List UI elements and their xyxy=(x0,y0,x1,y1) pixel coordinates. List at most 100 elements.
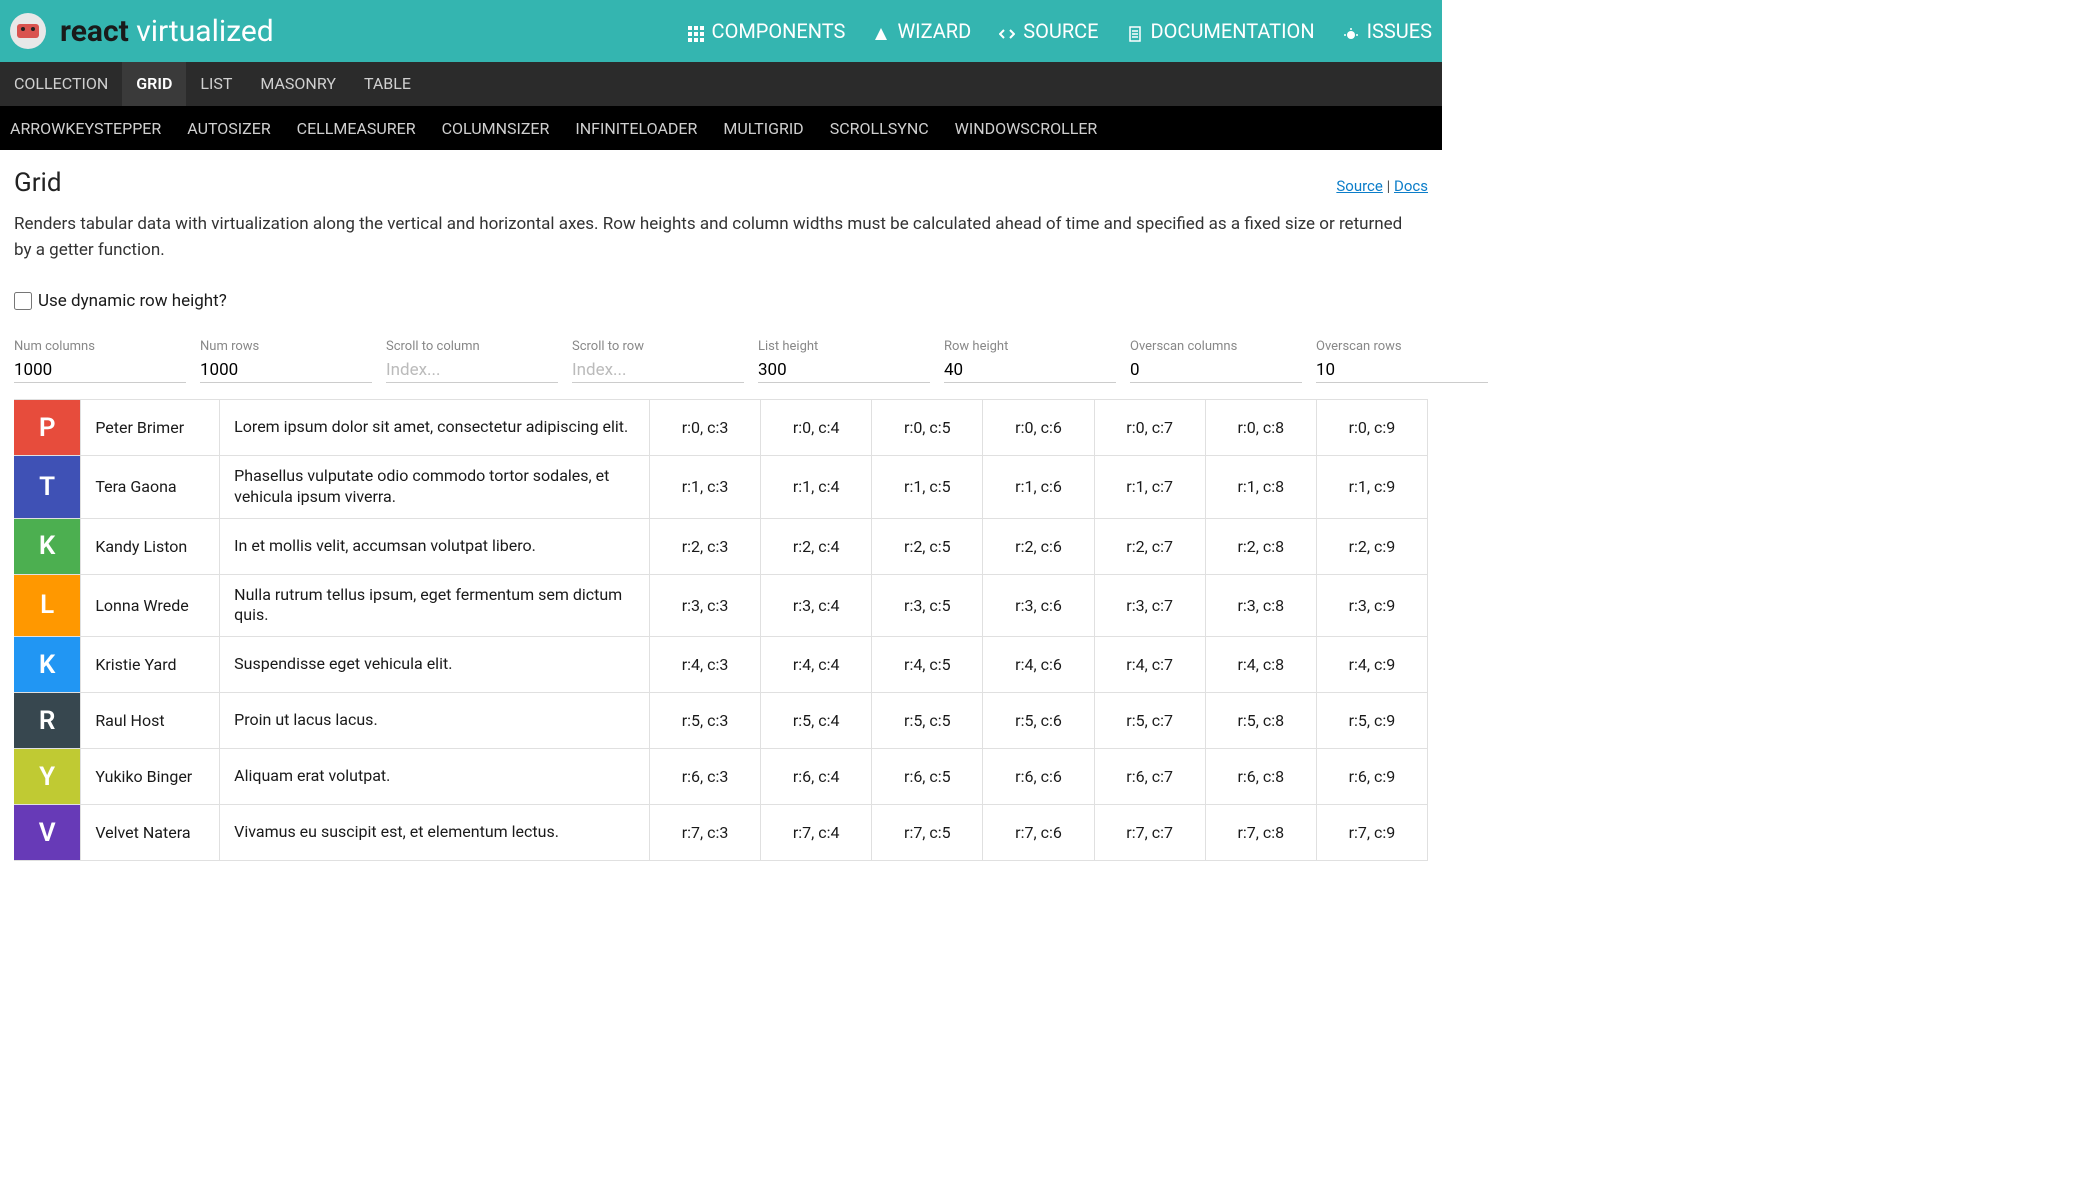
row-badge: R xyxy=(14,693,81,748)
control-label: Scroll to column xyxy=(386,339,558,354)
row-cell: r:6, c:9 xyxy=(1317,749,1428,804)
control-scroll-to-column: Scroll to column xyxy=(386,339,558,383)
control-overscan-columns: Overscan columns xyxy=(1130,339,1302,383)
row-cell: r:7, c:5 xyxy=(872,805,983,860)
tab-infiniteloader[interactable]: INFINITELOADER xyxy=(575,119,697,138)
tab-list[interactable]: LIST xyxy=(186,62,246,106)
grid-row: YYukiko BingerAliquam erat volutpat.r:6,… xyxy=(14,749,1428,805)
header-nav-label: SOURCE xyxy=(1023,19,1098,43)
tab-masonry[interactable]: MASONRY xyxy=(246,62,350,106)
grid-row: KKandy ListonIn et mollis velit, accumsa… xyxy=(14,519,1428,575)
row-cell: r:0, c:3 xyxy=(650,400,761,455)
header-nav-label: ISSUES xyxy=(1367,19,1432,43)
control-label: Num rows xyxy=(200,339,372,354)
row-cell: r:3, c:5 xyxy=(872,575,983,637)
control-scroll-to-row: Scroll to row xyxy=(572,339,744,383)
header-nav-documentation[interactable]: DOCUMENTATION xyxy=(1127,19,1315,43)
row-cell: r:3, c:8 xyxy=(1206,575,1317,637)
control-input[interactable] xyxy=(944,358,1116,383)
brand: react virtualized xyxy=(60,14,274,49)
tab-scrollsync[interactable]: SCROLLSYNC xyxy=(830,119,929,138)
control-input[interactable] xyxy=(572,358,744,383)
header-nav-components[interactable]: COMPONENTS xyxy=(688,19,846,43)
row-cell: r:6, c:8 xyxy=(1206,749,1317,804)
page-description: Renders tabular data with virtualization… xyxy=(14,212,1414,263)
row-cell: r:7, c:9 xyxy=(1317,805,1428,860)
row-cell: r:1, c:6 xyxy=(983,456,1094,518)
row-badge: K xyxy=(14,637,81,692)
row-badge: L xyxy=(14,575,81,637)
header-nav-issues[interactable]: ISSUES xyxy=(1343,19,1432,43)
row-desc: Vivamus eu suscipit est, et elementum le… xyxy=(220,805,650,860)
row-badge: Y xyxy=(14,749,81,804)
row-name: Lonna Wrede xyxy=(81,575,220,637)
row-badge: P xyxy=(14,400,81,455)
nav-primary: COLLECTIONGRIDLISTMASONRYTABLE xyxy=(0,62,1442,106)
dynamic-row-height-checkbox[interactable] xyxy=(14,292,32,310)
row-cell: r:5, c:5 xyxy=(872,693,983,748)
row-cell: r:4, c:4 xyxy=(761,637,872,692)
control-label: Overscan rows xyxy=(1316,339,1488,354)
row-cell: r:0, c:7 xyxy=(1095,400,1206,455)
control-input[interactable] xyxy=(758,358,930,383)
row-cell: r:2, c:8 xyxy=(1206,519,1317,574)
row-cell: r:5, c:7 xyxy=(1095,693,1206,748)
control-overscan-rows: Overscan rows xyxy=(1316,339,1488,383)
control-input[interactable] xyxy=(386,358,558,383)
row-cell: r:1, c:5 xyxy=(872,456,983,518)
tab-windowscroller[interactable]: WINDOWSCROLLER xyxy=(955,119,1098,138)
header-nav-source[interactable]: SOURCE xyxy=(999,19,1098,43)
grid-row: VVelvet NateraVivamus eu suscipit est, e… xyxy=(14,805,1428,861)
app-header: react virtualized COMPONENTS WIZARD SOURCE… xyxy=(0,0,1442,62)
row-cell: r:7, c:7 xyxy=(1095,805,1206,860)
tab-arrowkeystepper[interactable]: ARROWKEYSTEPPER xyxy=(10,119,161,138)
row-cell: r:2, c:3 xyxy=(650,519,761,574)
tab-cellmeasurer[interactable]: CELLMEASURER xyxy=(297,119,416,138)
tab-grid[interactable]: GRID xyxy=(122,62,186,106)
tab-autosizer[interactable]: AUTOSIZER xyxy=(187,119,270,138)
row-cell: r:3, c:4 xyxy=(761,575,872,637)
control-row-height: Row height xyxy=(944,339,1116,383)
tab-columnsizer[interactable]: COLUMNSIZER xyxy=(442,119,550,138)
control-input[interactable] xyxy=(200,358,372,383)
tab-collection[interactable]: COLLECTION xyxy=(0,62,122,106)
row-cell: r:1, c:8 xyxy=(1206,456,1317,518)
row-cell: r:4, c:8 xyxy=(1206,637,1317,692)
source-link[interactable]: Source xyxy=(1336,177,1382,195)
row-cell: r:6, c:6 xyxy=(983,749,1094,804)
row-cell: r:5, c:4 xyxy=(761,693,872,748)
row-cell: r:4, c:6 xyxy=(983,637,1094,692)
row-desc: Aliquam erat volutpat. xyxy=(220,749,650,804)
row-badge: T xyxy=(14,456,81,518)
row-cell: r:1, c:7 xyxy=(1095,456,1206,518)
grid-row: LLonna WredeNulla rutrum tellus ipsum, e… xyxy=(14,575,1428,638)
row-name: Kristie Yard xyxy=(81,637,220,692)
row-desc: Suspendisse eget vehicula elit. xyxy=(220,637,650,692)
row-desc: Nulla rutrum tellus ipsum, eget fermentu… xyxy=(220,575,650,637)
grid-row: PPeter BrimerLorem ipsum dolor sit amet,… xyxy=(14,400,1428,456)
control-input[interactable] xyxy=(1130,358,1302,383)
virtualized-grid[interactable]: PPeter BrimerLorem ipsum dolor sit amet,… xyxy=(14,399,1428,861)
doc-icon xyxy=(1127,23,1143,39)
tab-table[interactable]: TABLE xyxy=(350,62,425,106)
triangle-icon xyxy=(873,23,889,39)
row-cell: r:7, c:8 xyxy=(1206,805,1317,860)
row-cell: r:7, c:3 xyxy=(650,805,761,860)
dynamic-row-height-label: Use dynamic row height? xyxy=(38,291,227,311)
row-cell: r:3, c:6 xyxy=(983,575,1094,637)
row-cell: r:0, c:4 xyxy=(761,400,872,455)
header-nav-wizard[interactable]: WIZARD xyxy=(873,19,971,43)
grid-row: TTera GaonaPhasellus vulputate odio comm… xyxy=(14,456,1428,519)
row-cell: r:0, c:8 xyxy=(1206,400,1317,455)
control-input[interactable] xyxy=(14,358,186,383)
control-input[interactable] xyxy=(1316,358,1488,383)
row-cell: r:5, c:6 xyxy=(983,693,1094,748)
docs-link[interactable]: Docs xyxy=(1394,177,1428,195)
grid-icon xyxy=(688,23,704,39)
tab-multigrid[interactable]: MULTIGRID xyxy=(723,119,803,138)
control-label: Overscan columns xyxy=(1130,339,1302,354)
control-num-columns: Num columns xyxy=(14,339,186,383)
brand-dark: react xyxy=(60,14,129,49)
content: Grid Source | Docs Renders tabular data … xyxy=(0,150,1442,861)
row-cell: r:0, c:9 xyxy=(1317,400,1428,455)
